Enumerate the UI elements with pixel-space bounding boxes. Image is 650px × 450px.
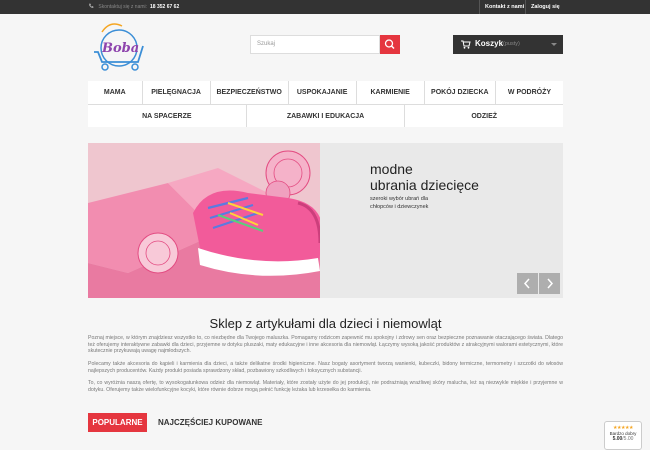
logo-text: Boba — [101, 41, 139, 56]
tab-popular[interactable]: POPULARNE — [88, 413, 147, 432]
page-title: Sklep z artykułami dla dzieci i niemowlą… — [209, 316, 442, 331]
contact-link[interactable]: Kontakt z nami — [479, 0, 529, 14]
menu-item-pokoj-dziecka[interactable]: POKÓJ DZIECKA — [425, 81, 496, 104]
intro-paragraph-3: To, co wyróżnia naszą ofertę, to wysokog… — [88, 380, 563, 393]
rating-badge[interactable]: ★★★★★ Bardzo dobry 5.00/5.00 — [604, 421, 642, 450]
menu-item-pielegnacja[interactable]: PIELĘGNACJA — [143, 81, 211, 104]
top-bar: Skontaktuj się z nami: 18 352 67 62 Konta… — [0, 0, 650, 14]
search-button[interactable] — [380, 35, 400, 54]
tab-bestsellers[interactable]: NAJCZĘŚCIEJ KUPOWANE — [158, 413, 262, 432]
chevron-right-icon — [547, 278, 554, 289]
slide-image — [88, 143, 320, 298]
menu-item-karmienie[interactable]: KARMIENIE — [357, 81, 425, 104]
menu-item-bezpieczenstwo[interactable]: BEZPIECZEŃSTWO — [211, 81, 289, 104]
login-link[interactable]: Zaloguj się — [525, 0, 565, 14]
main-menu-row2: NA SPACERZE ZABAWKI I EDUKACJA ODZIEŻ — [88, 104, 563, 127]
cart-label: Koszyk — [475, 39, 504, 48]
chevron-down-icon — [551, 43, 557, 46]
rating-max: /5.00 — [622, 436, 634, 442]
search-input[interactable]: Szukaj — [250, 35, 380, 54]
hero-slider[interactable]: modne ubrania dziecięce szeroki wybór ubr… — [88, 143, 563, 298]
slide-title-line2: ubrania dziecięce — [370, 177, 479, 193]
shop-logo[interactable]: Boba — [88, 22, 150, 72]
menu-item-odziez[interactable]: ODZIEŻ — [405, 105, 563, 127]
contact-label: Skontaktuj się z nami: — [98, 4, 148, 10]
rating-score: 5.00/5.00 — [605, 436, 641, 442]
slide-title-line1: modne — [370, 161, 413, 177]
intro-paragraph-1: Poznaj miejsce, w którym znajdziesz wszy… — [88, 335, 563, 354]
slide-subtitle: szeroki wybór ubrań dla chłopców i dziew… — [370, 196, 429, 210]
cart-button[interactable]: Koszyk (pusty) — [453, 35, 563, 54]
slider-next-button[interactable] — [539, 273, 560, 294]
cart-status: (pusty) — [503, 41, 520, 47]
search-icon — [384, 39, 395, 50]
menu-item-w-podrozy[interactable]: W PODRÓŻY — [496, 81, 563, 104]
phone-number[interactable]: 18 352 67 62 — [150, 4, 179, 10]
phone-icon — [89, 3, 94, 8]
cart-icon — [461, 40, 471, 49]
slide-title: modne ubrania dziecięce — [370, 161, 479, 193]
main-menu-row1: MAMA PIELĘGNACJA BEZPIECZEŃSTWO USPOKAJA… — [88, 81, 563, 104]
rating-value: 5.00 — [612, 436, 623, 442]
menu-item-uspokajanie[interactable]: USPOKAJANIE — [289, 81, 357, 104]
contact-phone: Skontaktuj się z nami: 18 352 67 62 — [88, 2, 179, 12]
intro-paragraph-2: Polecamy także akcesoria do kąpieli i ka… — [88, 361, 563, 374]
menu-item-mama[interactable]: MAMA — [88, 81, 143, 104]
menu-item-na-spacerze[interactable]: NA SPACERZE — [88, 105, 247, 127]
slider-prev-button[interactable] — [517, 273, 538, 294]
chevron-left-icon — [523, 278, 530, 289]
menu-item-zabawki[interactable]: ZABAWKI I EDUKACJA — [247, 105, 406, 127]
